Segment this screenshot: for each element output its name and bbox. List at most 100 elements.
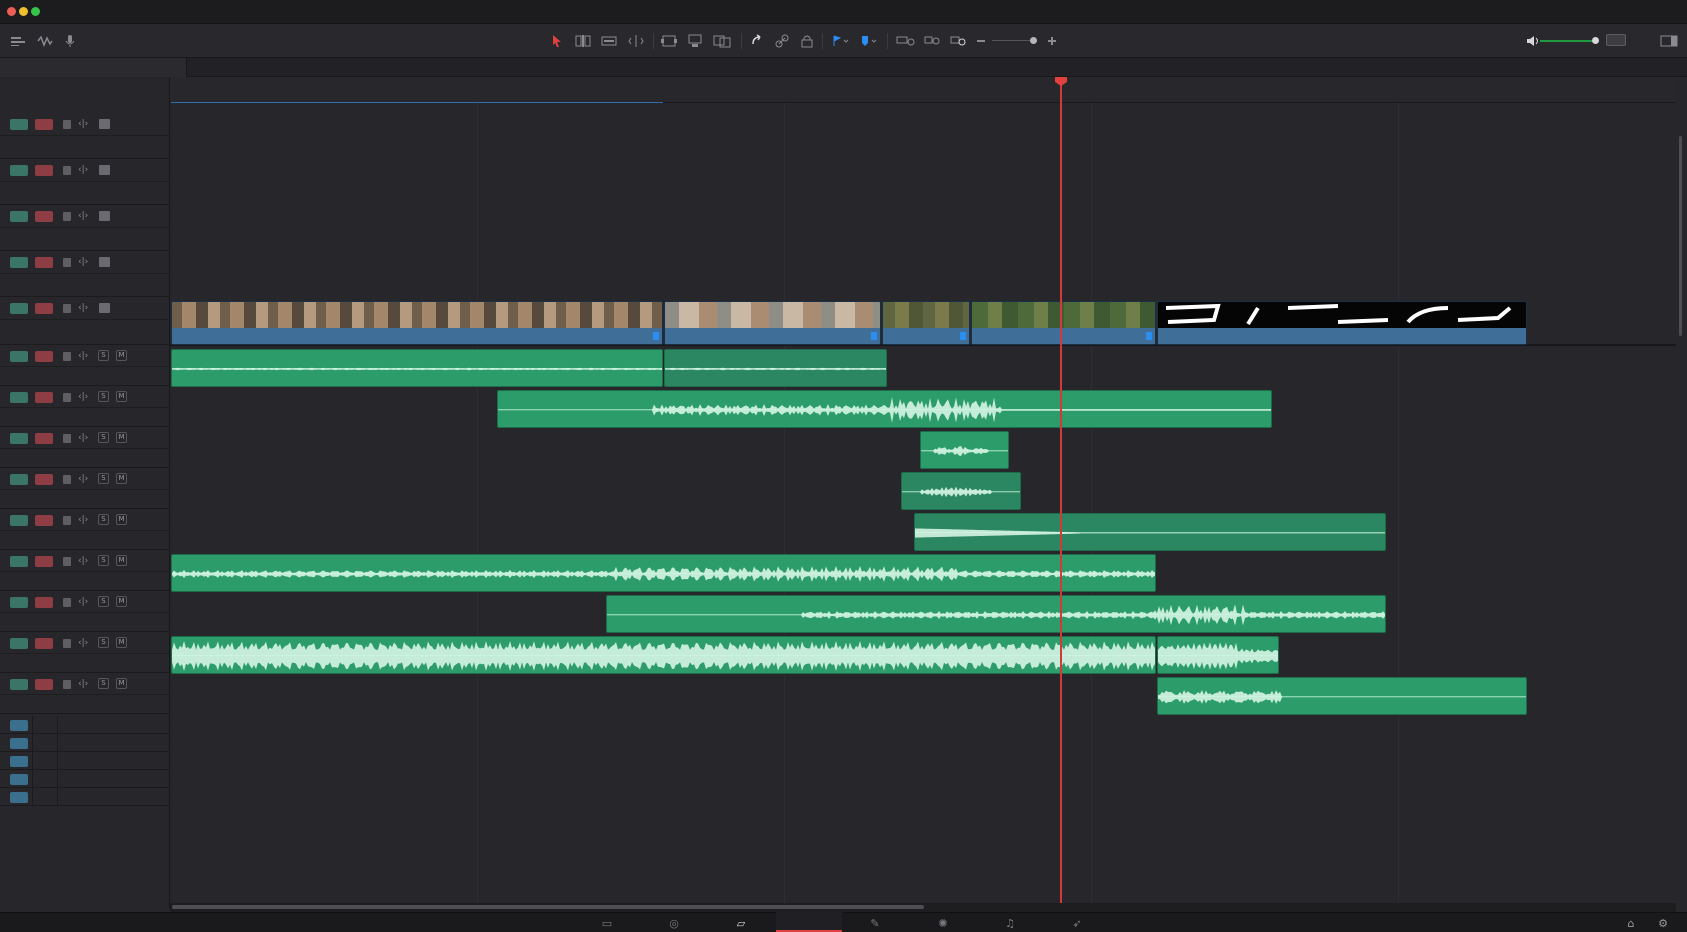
custom-zoom-icon[interactable] — [950, 33, 968, 49]
home-icon[interactable]: ⌂ — [1624, 916, 1638, 930]
track-color-swatch[interactable] — [10, 556, 28, 567]
snapping-icon[interactable] — [749, 33, 765, 49]
fairlight-page-icon[interactable]: ✺ — [936, 916, 950, 930]
cut-page-icon[interactable]: ◎ — [667, 916, 681, 930]
solo-button[interactable]: S — [98, 678, 109, 689]
auto-select-icon[interactable]: ‹|› — [78, 596, 92, 608]
solo-button[interactable]: S — [98, 350, 109, 361]
voiceover-mic-icon[interactable] — [62, 33, 78, 49]
inspector-toggle-icon[interactable] — [1660, 33, 1678, 49]
volume-line[interactable] — [665, 368, 886, 369]
audio-clip[interactable] — [901, 472, 1021, 510]
track-color-swatch[interactable] — [10, 351, 28, 362]
track-color-swatch[interactable] — [10, 515, 28, 526]
mute-button[interactable]: M — [116, 678, 127, 689]
auto-select-icon[interactable]: ‹|› — [78, 555, 92, 567]
lock-track-icon[interactable] — [63, 352, 71, 361]
auto-select-icon[interactable]: ‹|› — [78, 432, 92, 444]
track-record-swatch[interactable] — [35, 474, 53, 485]
deliver-page-icon[interactable]: ♫ — [1003, 916, 1017, 930]
track-record-swatch[interactable] — [35, 392, 53, 403]
track-color-swatch[interactable] — [10, 756, 28, 767]
mute-button[interactable]: M — [116, 514, 127, 525]
solo-button[interactable]: S — [98, 514, 109, 525]
track-record-swatch[interactable] — [35, 556, 53, 567]
solo-button[interactable]: S — [98, 555, 109, 566]
zoom-window-button[interactable] — [31, 7, 40, 16]
color-page-icon[interactable]: ✎ — [868, 916, 882, 930]
track-color-swatch[interactable] — [10, 679, 28, 690]
selection-mode-icon[interactable] — [550, 33, 564, 49]
minimize-window-button[interactable] — [19, 7, 28, 16]
track-color-swatch[interactable] — [10, 738, 28, 749]
clip-marker-icon[interactable] — [653, 332, 659, 340]
track-record-swatch[interactable] — [35, 638, 53, 649]
track-record-swatch[interactable] — [35, 515, 53, 526]
track-color-swatch[interactable] — [10, 474, 28, 485]
marker-icon[interactable] — [860, 33, 880, 49]
track-color-swatch[interactable] — [10, 392, 28, 403]
lock-track-icon[interactable] — [63, 516, 71, 525]
track-color-swatch[interactable] — [10, 165, 28, 176]
track-record-swatch[interactable] — [35, 597, 53, 608]
horizontal-scrollbar-thumb[interactable] — [172, 905, 924, 909]
track-color-swatch[interactable] — [10, 638, 28, 649]
lock-track-icon[interactable] — [63, 598, 71, 607]
track-record-swatch[interactable] — [35, 679, 53, 690]
track-record-swatch[interactable] — [35, 433, 53, 444]
solo-button[interactable]: S — [98, 473, 109, 484]
track-color-swatch[interactable] — [10, 211, 28, 222]
clip-marker-icon[interactable] — [1146, 332, 1152, 340]
mute-button[interactable]: M — [116, 596, 127, 607]
track-color-swatch[interactable] — [10, 792, 28, 803]
audio-clip[interactable] — [171, 349, 663, 387]
solo-button[interactable]: S — [98, 596, 109, 607]
mute-button[interactable]: M — [116, 473, 127, 484]
auto-select-icon[interactable]: ‹|› — [78, 302, 92, 314]
overwrite-clip-icon[interactable] — [687, 33, 703, 49]
track-color-swatch[interactable] — [10, 433, 28, 444]
volume-line[interactable] — [915, 532, 1385, 533]
video-clip[interactable] — [171, 301, 663, 345]
edit-page-icon[interactable]: ▱ — [734, 916, 748, 930]
track-color-swatch[interactable] — [10, 257, 28, 268]
video-clip[interactable] — [1157, 301, 1527, 345]
auto-select-icon[interactable]: ‹|› — [78, 678, 92, 690]
auto-select-icon[interactable]: ‹|› — [78, 164, 92, 176]
insert-clip-icon[interactable] — [660, 33, 678, 49]
dynamic-trim-icon[interactable] — [601, 33, 617, 49]
audio-clip[interactable] — [664, 349, 887, 387]
timeline-view-options-icon[interactable] — [10, 33, 28, 49]
timeline-tracks[interactable] — [170, 103, 1676, 903]
speaker-icon[interactable] — [1526, 33, 1540, 49]
solo-button[interactable]: S — [98, 432, 109, 443]
lock-track-icon[interactable] — [63, 212, 71, 221]
auto-select-icon[interactable]: ‹|› — [78, 473, 92, 485]
playhead[interactable] — [1060, 81, 1062, 903]
volume-line[interactable] — [607, 614, 1385, 615]
video-clip[interactable] — [882, 301, 970, 345]
mute-button[interactable]: M — [116, 637, 127, 648]
volume-line[interactable] — [172, 573, 1155, 574]
auto-select-icon[interactable]: ‹|› — [78, 350, 92, 362]
settings-gear-icon[interactable]: ⚙ — [1656, 916, 1670, 930]
lock-track-icon[interactable] — [63, 393, 71, 402]
track-enable-icon[interactable] — [99, 257, 110, 267]
replace-clip-icon[interactable] — [713, 33, 731, 49]
volume-slider[interactable] — [1540, 40, 1596, 42]
lock-track-icon[interactable] — [63, 434, 71, 443]
audio-clip[interactable] — [171, 636, 1156, 674]
track-record-swatch[interactable] — [35, 303, 53, 314]
zoom-in-icon[interactable] — [1047, 33, 1057, 49]
track-enable-icon[interactable] — [99, 211, 110, 221]
volume-line[interactable] — [921, 450, 1008, 451]
mute-button[interactable]: M — [116, 350, 127, 361]
auto-select-icon[interactable]: ‹|› — [78, 118, 92, 130]
deliver-rocket-icon[interactable]: ➶ — [1070, 916, 1084, 930]
timeline-ruler[interactable] — [170, 77, 1676, 103]
mute-button[interactable]: M — [116, 432, 127, 443]
audio-clip[interactable] — [1157, 636, 1279, 674]
solo-button[interactable]: S — [98, 637, 109, 648]
mute-button[interactable]: M — [116, 555, 127, 566]
track-enable-icon[interactable] — [99, 165, 110, 175]
